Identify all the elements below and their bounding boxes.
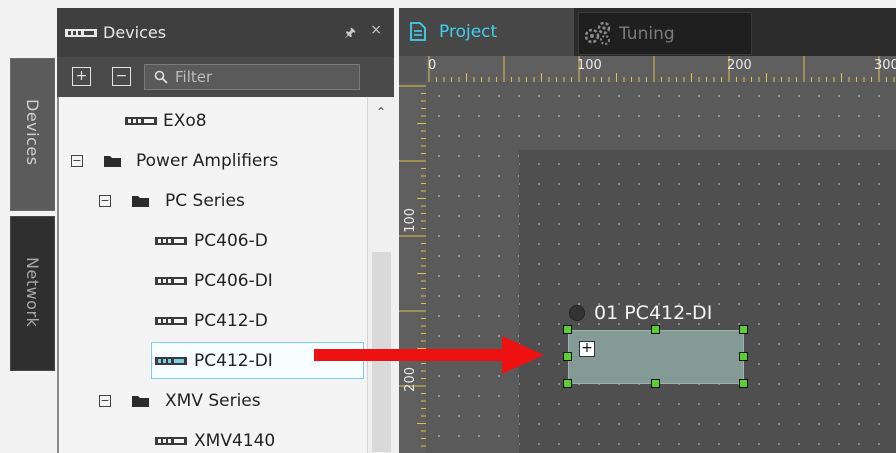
close-icon[interactable]: × xyxy=(370,22,382,38)
device-icon xyxy=(125,117,157,125)
project-canvas[interactable]: 0 100 200 300 100 200 01 PC412-DI + xyxy=(399,56,896,453)
tree-item-label: EXo8 xyxy=(163,111,207,131)
device-icon xyxy=(155,317,187,325)
document-icon xyxy=(410,22,426,41)
app-window: Devices Network Devices 🖈 × + − Filter E… xyxy=(0,0,896,453)
status-led xyxy=(569,305,585,321)
ruler-label: 100 xyxy=(577,58,602,73)
resize-handle-tr[interactable] xyxy=(739,325,748,334)
tree-item-pc406-d[interactable]: PC406-D xyxy=(59,221,367,261)
side-tab-strip: Devices Network xyxy=(10,58,55,453)
tab-project-label: Project xyxy=(439,22,498,42)
tree-item-label: PC412-D xyxy=(194,311,268,331)
device-icon xyxy=(155,437,187,445)
gears-icon xyxy=(584,21,611,45)
side-tab-network-label: Network xyxy=(23,257,42,328)
resize-handle-t[interactable] xyxy=(651,325,660,334)
tree-item-label: PC406-DI xyxy=(194,271,273,291)
expand-all-button[interactable]: + xyxy=(72,67,91,86)
ruler-ticks xyxy=(399,85,426,447)
resize-handle-b[interactable] xyxy=(651,379,660,388)
devices-panel-title: Devices xyxy=(103,23,167,42)
folder-icon xyxy=(104,156,121,167)
filter-input[interactable] xyxy=(144,64,360,90)
resize-handle-r[interactable] xyxy=(739,352,748,361)
resize-handle-tl[interactable] xyxy=(563,325,572,334)
tab-tuning[interactable]: Tuning xyxy=(578,12,752,55)
tree-scrollbar[interactable]: ⌃ xyxy=(367,97,394,453)
ruler-label: 200 xyxy=(727,58,752,73)
devices-toolbar: + − xyxy=(57,57,394,97)
side-tab-devices-label: Devices xyxy=(23,99,42,166)
device-tree: EXo8 − Power Amplifiers − PC Series PC40… xyxy=(57,97,367,453)
tree-item-label: PC Series xyxy=(165,191,245,211)
collapse-toggle[interactable]: − xyxy=(99,395,111,407)
device-icon xyxy=(65,28,97,37)
chevron-up-icon[interactable]: ⌃ xyxy=(374,105,388,119)
resize-handle-l[interactable] xyxy=(563,352,572,361)
tree-item-xmv-series[interactable]: − XMV Series xyxy=(59,381,367,421)
folder-icon xyxy=(132,196,149,207)
tab-project[interactable]: Project xyxy=(399,8,574,56)
tab-tuning-label: Tuning xyxy=(619,23,675,44)
device-icon xyxy=(155,237,187,245)
tree-item-power-amplifiers[interactable]: − Power Amplifiers xyxy=(59,141,367,181)
expand-icon[interactable]: + xyxy=(579,341,595,357)
tree-item-pc-series[interactable]: − PC Series xyxy=(59,181,367,221)
ruler-vertical: 100 200 xyxy=(399,82,426,453)
collapse-toggle[interactable]: − xyxy=(71,155,83,167)
tree-item-pc412-d[interactable]: PC412-D xyxy=(59,301,367,341)
folder-icon xyxy=(132,396,149,407)
ruler-ticks xyxy=(428,56,895,82)
tree-item-pc412-di[interactable]: PC412-DI xyxy=(59,341,367,381)
ruler-horizontal: 0 100 200 300 xyxy=(426,56,896,82)
side-tab-devices[interactable]: Devices xyxy=(10,58,55,211)
device-component[interactable] xyxy=(568,330,744,384)
tree-item-label: Power Amplifiers xyxy=(136,151,279,171)
ruler-label: 0 xyxy=(428,58,437,73)
ruler-label: 100 xyxy=(403,208,418,233)
tree-item-xmv4140[interactable]: XMV4140 xyxy=(59,421,367,453)
collapse-all-button[interactable]: − xyxy=(112,67,131,86)
tree-item-label: PC406-D xyxy=(194,231,268,251)
tree-item-label: XMV4140 xyxy=(194,431,276,451)
device-icon xyxy=(155,277,187,285)
collapse-toggle[interactable]: − xyxy=(99,195,111,207)
ruler-label: 300 xyxy=(874,58,896,73)
editor-area: Project Tuning 0 100 200 300 100 200 01 … xyxy=(399,8,896,453)
tree-item-label: XMV Series xyxy=(165,391,261,411)
side-tab-network[interactable]: Network xyxy=(10,216,55,371)
ruler-label: 200 xyxy=(403,367,418,392)
tree-item-pc406-di[interactable]: PC406-DI xyxy=(59,261,367,301)
tree-item-label: PC412-DI xyxy=(194,351,273,371)
search-icon xyxy=(154,70,168,84)
tree-item-exo8[interactable]: EXo8 xyxy=(59,101,367,141)
device-icon xyxy=(155,357,187,365)
resize-handle-bl[interactable] xyxy=(563,379,572,388)
resize-handle-br[interactable] xyxy=(739,379,748,388)
scrollbar-thumb[interactable] xyxy=(372,252,391,452)
devices-panel: Devices 🖈 × + − EXo8 − xyxy=(57,8,394,453)
pin-icon[interactable]: 🖈 xyxy=(344,24,356,46)
devices-panel-header: Devices 🖈 × xyxy=(57,8,394,57)
component-label: 01 PC412-DI xyxy=(594,302,713,324)
